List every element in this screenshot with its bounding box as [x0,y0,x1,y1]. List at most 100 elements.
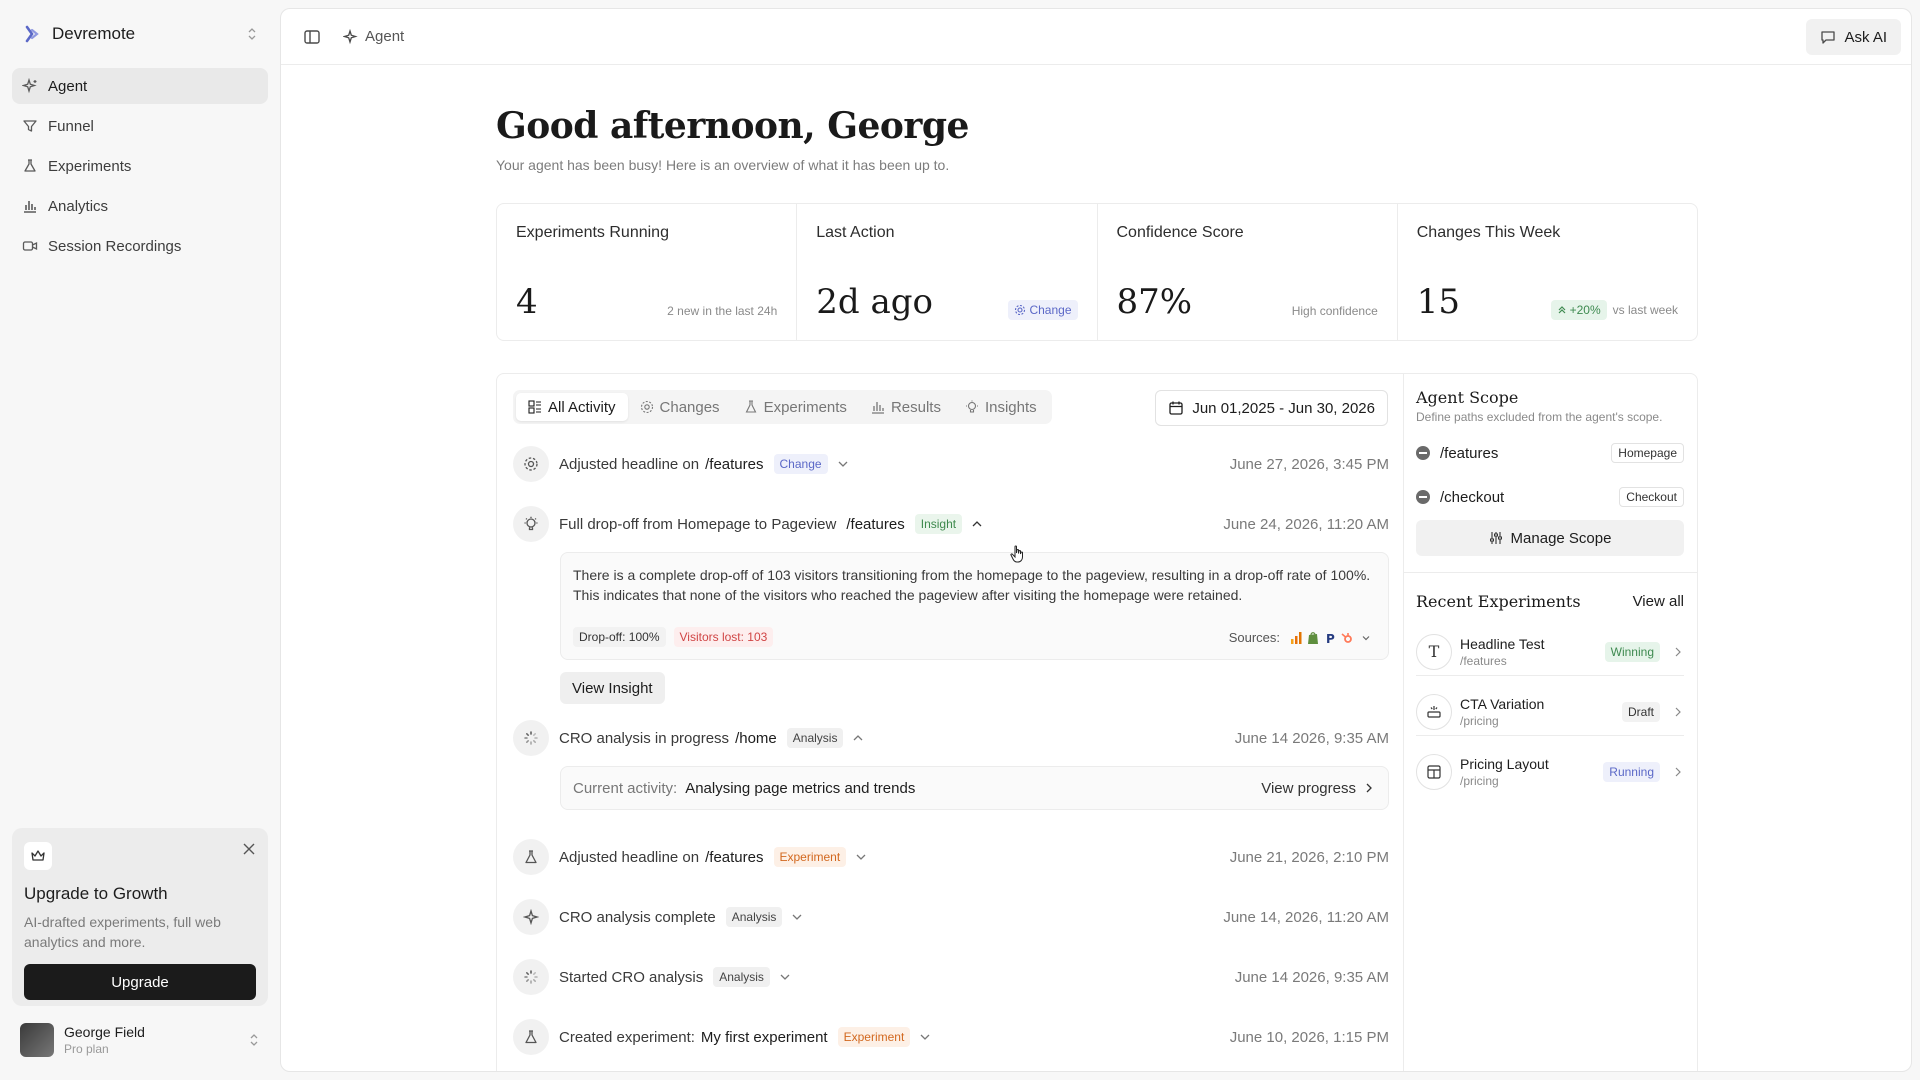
stat-changes-this-week: Changes This Week 15 +20% vs last week [1398,204,1697,340]
chevron-down-icon[interactable] [854,850,868,864]
video-icon [22,241,38,251]
sidebar-item-experiments[interactable]: Experiments [12,148,268,184]
experiment-title: Headline Test [1460,635,1545,652]
flask-icon [525,850,537,864]
activity-tag: Insight [914,514,963,534]
chevron-down-icon[interactable] [790,910,804,924]
insight-description: There is a complete drop-off of 103 visi… [573,567,1371,603]
close-icon[interactable] [242,842,256,856]
user-plan: Pro plan [64,1042,109,1056]
manage-scope-button[interactable]: Manage Scope [1416,520,1684,556]
gear-icon [640,400,653,414]
remove-icon[interactable] [1416,490,1430,504]
view-progress-link[interactable]: View progress [1261,780,1376,797]
activity-date: June 14 2026, 9:35 AM [1234,729,1389,747]
chat-icon [1821,31,1836,44]
activity-text: Adjusted headline on [559,848,700,866]
gear-icon [1015,304,1026,316]
sparkle-icon [523,909,539,925]
sidebar-item-agent[interactable]: Agent [12,68,268,104]
tab-all-activity[interactable]: All Activity [516,393,628,421]
scope-path-row[interactable]: /features Homepage [1416,438,1684,468]
sidebar-item-label: Agent [48,77,88,95]
scope-title: Agent Scope [1416,388,1519,407]
recent-experiment-item[interactable]: T Headline Test /features Winning [1416,628,1684,676]
avatar [20,1023,54,1057]
activity-text: CRO analysis in progress [559,729,730,747]
experiment-title: Pricing Layout [1460,756,1549,772]
activity-tag: Experiment [837,1027,911,1047]
activity-date: June 27, 2026, 3:45 PM [1229,455,1389,473]
divider [1404,572,1697,573]
activity-row[interactable]: Started CRO analysis Analysis June 14 20… [513,957,1389,997]
activity-icon-bubble [513,1019,549,1055]
activity-date: June 14, 2026, 11:20 AM [1223,908,1389,926]
scope-path-row[interactable]: /checkout Checkout [1416,482,1684,512]
sources[interactable]: Sources: P [1229,630,1372,645]
activity-row[interactable]: Adjusted headline on /features Change Ju… [513,444,1389,484]
shopify-icon [1308,631,1318,644]
view-insight-button[interactable]: View Insight [560,672,665,704]
activity-text: Started CRO analysis [559,968,704,986]
workspace-switcher[interactable]: Devremote [12,14,268,54]
sidebar-item-funnel[interactable]: Funnel [12,108,268,144]
remove-icon[interactable] [1416,446,1430,460]
sparkle-icon [343,28,358,44]
stat-note: Change [1008,300,1078,320]
stat-experiments-running: Experiments Running 4 2 new in the last … [497,204,798,340]
date-range-label: Jun 01,2025 - Jun 30, 2026 [1192,399,1375,417]
activity-row[interactable]: Created experiment: My first experiment … [513,1017,1389,1057]
date-range-picker[interactable]: Jun 01,2025 - Jun 30, 2026 [1155,390,1388,426]
chevron-down-icon[interactable] [778,970,792,984]
upgrade-title: Upgrade to Growth [24,884,168,903]
activity-row[interactable]: CRO analysis complete Analysis June 14, … [513,897,1389,937]
tab-experiments[interactable]: Experiments [732,393,859,421]
chevron-right-icon [1366,783,1372,793]
recent-experiment-item[interactable]: Pricing Layout /pricing Running [1416,748,1684,796]
activity-row[interactable]: Adjusted headline on /features Experimen… [513,837,1389,877]
chevron-up-icon[interactable] [970,517,984,531]
ask-ai-button[interactable]: Ask AI [1806,19,1901,55]
sidebar-item-label: Funnel [48,117,94,135]
chevron-down-icon[interactable] [836,457,850,471]
activity-text: Adjusted headline on [559,455,700,473]
tab-label: Changes [659,398,720,416]
workspace-name: Devremote [52,24,136,43]
svg-text:P: P [1326,632,1335,645]
recent-experiment-item[interactable]: CTA Variation /pricing Draft [1416,688,1684,736]
hubspot-icon [1341,632,1352,643]
drop-off-badge: Drop-off: 100% [573,627,666,647]
experiment-status: Winning [1604,641,1660,662]
chevron-up-icon[interactable] [851,731,865,745]
sidebar-item-analytics[interactable]: Analytics [12,188,268,224]
stat-last-action: Last Action 2d ago Change [797,204,1098,340]
experiment-title: CTA Variation [1460,695,1545,712]
sources-label: Sources: [1228,630,1280,645]
sidebar-item-label: Analytics [48,197,109,215]
trend-note: vs last week [1612,303,1678,317]
scope-tag: Checkout [1619,487,1684,507]
activity-tag: Analysis [725,907,783,927]
tab-changes[interactable]: Changes [628,393,732,421]
sidebar-toggle-icon[interactable] [303,28,321,46]
upgrade-text: AI-drafted experiments, full web analyti… [24,914,221,950]
activity-row[interactable]: CRO analysis in progress /home Analysis … [513,718,1389,758]
view-all-link[interactable]: View all [1633,593,1684,610]
activity-panel: All Activity Changes Experiments Results [496,373,1698,1071]
chevron-down-icon[interactable] [918,1030,932,1044]
activity-feed: All Activity Changes Experiments Results [497,374,1404,1071]
upgrade-button[interactable]: Upgrade [24,964,256,1000]
main-panel: Agent Ask AI Good afternoon, George Your… [280,8,1912,1072]
activity-icon-bubble [513,720,549,756]
activity-row[interactable]: Full drop-off from Homepage to Pageview … [513,504,1389,544]
tab-results[interactable]: Results [859,393,953,421]
recent-experiments-title: Recent Experiments [1416,592,1581,611]
sidebar-item-session-recordings[interactable]: Session Recordings [12,228,268,264]
stat-label: Experiments Running [516,224,669,241]
experiment-path: /features [1460,653,1507,668]
tab-insights[interactable]: Insights [953,393,1049,421]
bar-chart-icon [24,201,36,213]
sparkle-icon [22,78,37,94]
sidebar: Devremote Agent Funnel Experiments Analy… [0,0,280,1080]
user-menu[interactable]: George Field Pro plan [12,1016,268,1064]
